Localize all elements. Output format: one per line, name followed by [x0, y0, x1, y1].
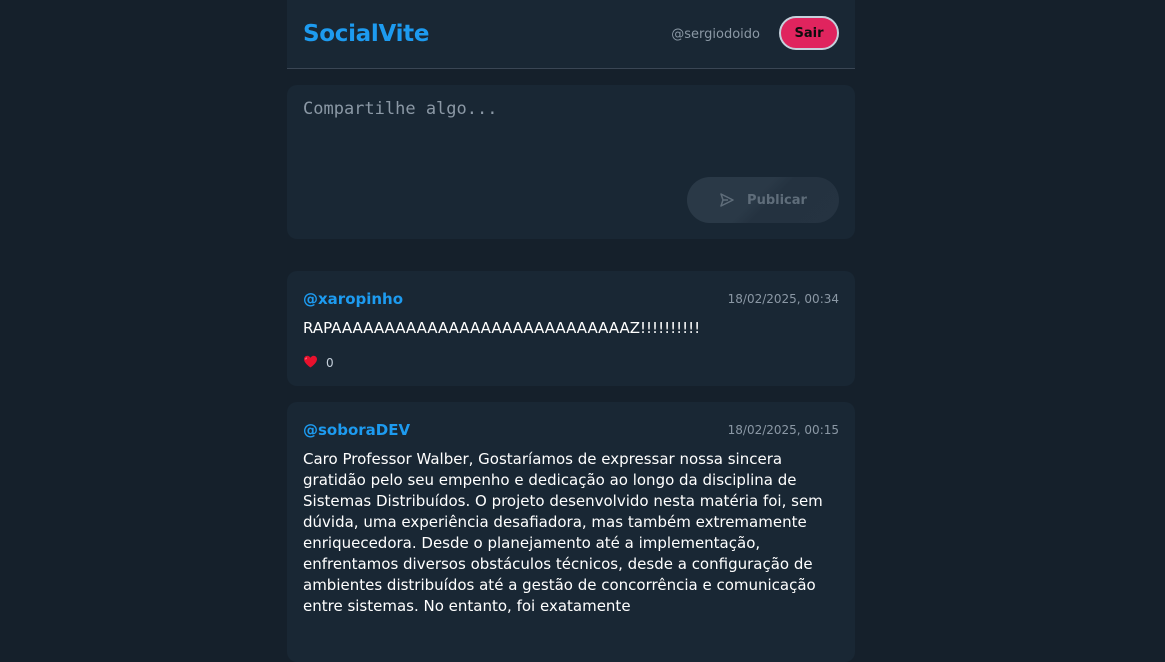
post-content: RAPAAAAAAAAAAAAAAAAAAAAAAAAAAAAZ!!!!!!!!… — [303, 319, 701, 337]
post-card: @soboraDEV 18/02/2025, 00:15 Caro Profes… — [287, 402, 855, 662]
like-button[interactable]: 0 — [303, 355, 334, 371]
top-header: SocialVite @sergiodoido Sair — [287, 0, 855, 69]
send-icon — [719, 192, 735, 208]
publish-button[interactable]: Publicar — [687, 177, 839, 223]
post-timestamp: 18/02/2025, 00:15 — [727, 423, 839, 437]
current-username: @sergiodoido — [671, 27, 760, 42]
publish-label: Publicar — [747, 192, 807, 208]
post-composer: Compartilhe algo... Publicar — [287, 85, 855, 239]
post-author[interactable]: @xaropinho — [303, 290, 403, 308]
compose-textarea[interactable]: Compartilhe algo... — [303, 99, 497, 119]
brand-logo[interactable]: SocialVite — [303, 21, 429, 47]
post-content: Caro Professor Walber, Gostaríamos de ex… — [303, 450, 823, 615]
like-count: 0 — [326, 356, 334, 370]
logout-button[interactable]: Sair — [779, 16, 839, 50]
post-author[interactable]: @soboraDEV — [303, 421, 410, 439]
heart-icon — [303, 355, 318, 371]
post-timestamp: 18/02/2025, 00:34 — [727, 292, 839, 306]
post-card: @xaropinho 18/02/2025, 00:34 RAPAAAAAAAA… — [287, 271, 855, 386]
app-container: SocialVite @sergiodoido Sair Compartilhe… — [287, 0, 855, 662]
